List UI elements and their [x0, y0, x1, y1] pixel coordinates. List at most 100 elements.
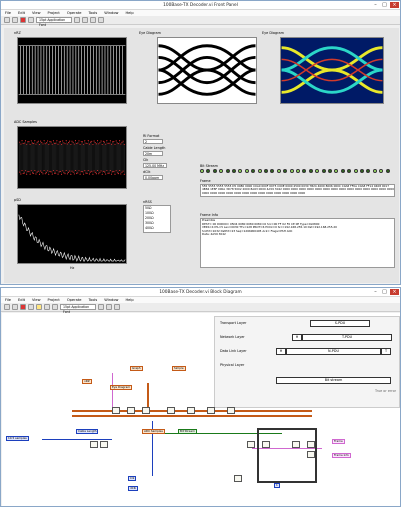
subvi-14[interactable]	[100, 441, 108, 448]
subvi-4[interactable]	[167, 407, 175, 414]
bit-led	[276, 169, 281, 173]
bit-led	[366, 169, 371, 173]
bd-menu-project[interactable]: Project	[48, 297, 60, 303]
distribute-icon[interactable]	[106, 304, 112, 310]
front-panel-titlebar: 100Base-TX Decoder.vi Front Panel – □ ×	[1, 1, 400, 10]
subvi-6[interactable]	[207, 407, 215, 414]
bit-led	[264, 169, 268, 173]
block-diagram-titlebar: 100Base-TX Decoder.vi Block Diagram – □ …	[1, 288, 400, 297]
frame-terminal[interactable]: Frame	[332, 439, 345, 444]
bd-menu-view[interactable]: View	[32, 297, 41, 303]
bit-led	[353, 169, 358, 173]
dclk-terminal[interactable]: dClk	[128, 486, 139, 491]
subvi-2[interactable]	[127, 407, 135, 414]
fp-menu-edit[interactable]: Edit	[18, 10, 25, 16]
constant-one[interactable]: 1	[274, 483, 280, 488]
run-arrow-icon[interactable]	[4, 304, 10, 310]
highlight-execution-icon[interactable]	[36, 304, 42, 310]
clk-field[interactable]: 125.00 MHz	[143, 163, 167, 168]
bd-menu-tools[interactable]: Tools	[88, 297, 97, 303]
resize-icon[interactable]	[90, 17, 96, 23]
fp-menu-view[interactable]: View	[32, 10, 41, 16]
adc-samples-graph[interactable]	[17, 126, 127, 189]
fp-menu-tools[interactable]: Tools	[88, 10, 97, 16]
run-continuous-icon[interactable]	[12, 304, 18, 310]
subvi-1[interactable]	[112, 407, 120, 414]
bd-menu-help[interactable]: Help	[125, 297, 133, 303]
font-selector[interactable]: 15pt Application Font	[60, 304, 96, 314]
adc-samples-terminal[interactable]: ADC Samples	[142, 429, 165, 434]
frame-info-terminal[interactable]: Frame Info	[332, 453, 351, 458]
subvi-3[interactable]	[142, 407, 150, 414]
subvi-15[interactable]	[234, 475, 242, 482]
bit-led	[340, 169, 345, 173]
step-into-icon[interactable]	[52, 304, 58, 310]
font-selector[interactable]: 15pt Application Font	[36, 17, 72, 27]
subvi-8[interactable]	[247, 441, 255, 448]
cable-length-terminal[interactable]: Cable Length	[76, 429, 99, 434]
dclk-field[interactable]: 0.00ppm	[143, 175, 163, 180]
subvi-5[interactable]	[187, 407, 195, 414]
nrss-list-item[interactable]: 400Ω	[145, 226, 170, 231]
pause-icon[interactable]	[28, 304, 34, 310]
bit-stream-terminal[interactable]: Bit Stream	[178, 429, 197, 434]
retain-wire-values-icon[interactable]	[44, 304, 50, 310]
eye-diagram-terminal[interactable]: Eye Diagram	[110, 385, 133, 390]
maximize-icon[interactable]: □	[380, 2, 389, 8]
fp-menu-operate[interactable]: Operate	[67, 10, 82, 16]
bit-led	[379, 169, 384, 173]
front-panel-canvas: nRZ Eye Diagram Eye Diagram ADC Samples …	[4, 28, 399, 283]
frame-field[interactable]: 555 5555 5555 5555 D5 0080 0000 C0A0 000…	[200, 184, 395, 197]
close-icon[interactable]: ×	[390, 289, 399, 295]
fp-menu-help[interactable]: Help	[125, 10, 133, 16]
bd-menu-operate[interactable]: Operate	[67, 297, 82, 303]
minimize-icon[interactable]: –	[371, 2, 380, 8]
fp-menu-project[interactable]: Project	[48, 10, 60, 16]
nrz-graph[interactable]	[17, 37, 127, 104]
align-icon[interactable]	[74, 17, 80, 23]
run-arrow-icon[interactable]	[4, 17, 10, 23]
run-continuous-icon[interactable]	[12, 17, 18, 23]
bit-led	[334, 169, 339, 173]
graph-terminal[interactable]: Graph	[130, 366, 143, 371]
case-structure[interactable]	[257, 428, 317, 483]
bd-menu-file[interactable]: File	[5, 297, 11, 303]
minimize-icon[interactable]: –	[371, 289, 380, 295]
simple-terminal[interactable]: Simple	[172, 366, 186, 371]
psd-label: pSD	[14, 198, 21, 202]
frame-info-field[interactable]: Preamble DEST= 00 D0D00= 05D4 0080 0080 0…	[200, 218, 395, 268]
bd-menu-edit[interactable]: Edit	[18, 297, 25, 303]
block-diagram-title: 100Base-TX Decoder.vi Block Diagram	[159, 290, 242, 295]
subvi-7[interactable]	[227, 407, 235, 414]
bit-led	[289, 169, 294, 173]
fp-menu-file[interactable]: File	[5, 10, 11, 16]
abort-icon[interactable]	[20, 304, 26, 310]
close-icon[interactable]: ×	[390, 2, 399, 8]
bit-led	[315, 169, 320, 173]
bit-led	[251, 169, 256, 173]
maximize-icon[interactable]: □	[380, 289, 389, 295]
subvi-13[interactable]	[90, 441, 98, 448]
nrz-terminal[interactable]: nRZ	[82, 379, 92, 384]
distribute-icon[interactable]	[82, 17, 88, 23]
nrss-list[interactable]: 50Ω 100Ω 200Ω 300Ω 400Ω	[143, 205, 171, 233]
align-icon[interactable]	[98, 304, 104, 310]
reorder-icon[interactable]	[98, 17, 104, 23]
ri-format-label: RI Format	[143, 134, 160, 138]
psd-graph[interactable]	[17, 204, 127, 264]
cable-length-field[interactable]: 20m	[143, 151, 163, 156]
eye-diagram-2-label: Eye Diagram	[262, 31, 284, 35]
pause-icon[interactable]	[28, 17, 34, 23]
eye-diagram-color-graph[interactable]	[280, 37, 384, 104]
fp-menu-window[interactable]: Window	[104, 10, 118, 16]
ri-format-field[interactable]: 2	[143, 139, 163, 144]
network-h-block: H	[292, 334, 302, 341]
cleanup-icon[interactable]	[114, 304, 120, 310]
clk-terminal[interactable]: Clk	[128, 476, 137, 481]
eye-diagram-graph[interactable]	[157, 37, 257, 104]
samples-terminal[interactable]: 10.5 samples	[6, 436, 29, 441]
bit-led	[225, 169, 230, 173]
network-layer-label: Network Layer	[220, 335, 245, 339]
bd-menu-window[interactable]: Window	[104, 297, 118, 303]
abort-icon[interactable]	[20, 17, 26, 23]
